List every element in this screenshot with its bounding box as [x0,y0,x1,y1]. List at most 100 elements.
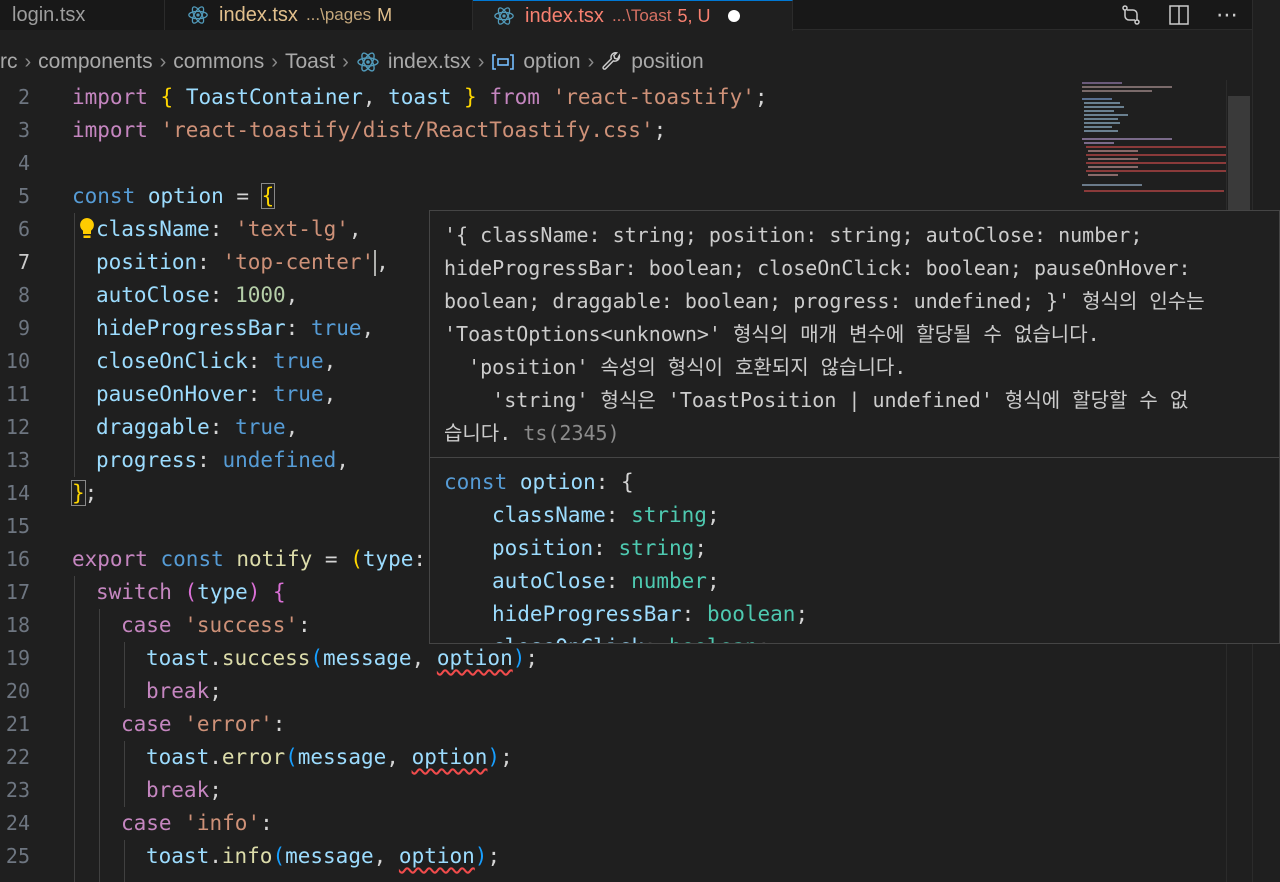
breadcrumb-item[interactable]: commons [173,50,264,74]
line-number: 17 [5,580,30,604]
minimap[interactable] [1078,80,1228,210]
decl-line: closeOnClick: boolean; [492,631,770,643]
editor-actions: ⋯ [1118,0,1240,30]
line-number: 12 [5,415,30,439]
code-line-8: autoClose: 1000, [96,283,299,307]
code-lines: import { ToastContainer, toast } from 'r… [71,80,768,868]
diagnostic-line: hideProgressBar: boolean; closeOnClick: … [444,256,1191,280]
editor-tab-bar: login.tsx index.tsx ...\pages M index.ts… [0,0,1280,31]
line-number: 9 [17,316,30,340]
line-number: 18 [5,613,30,637]
breadcrumb-item: index.tsx [387,50,471,73]
tab-description: ...\Toast [611,6,672,25]
code-line-24: case 'info': [121,811,273,835]
line-number: 21 [5,712,30,736]
breadcrumb-item: position [631,50,704,73]
code-line-12: draggable: true, [96,415,299,439]
code-line-9: hideProgressBar: true, [96,316,375,340]
breadcrumb-file[interactable]: index.tsx [356,50,471,74]
tab-toast-index-tsx[interactable]: index.tsx ...\Toast 5, U [473,0,793,31]
breadcrumb-symbol-option[interactable]: option [491,50,581,74]
tab-label: index.tsx [219,3,298,26]
decl-line: hideProgressBar: boolean; [492,602,809,626]
breadcrumb-item[interactable]: Toast [285,50,335,74]
code-line-20: break; [146,679,222,703]
line-number: 4 [17,151,30,175]
chevron-right-icon: › [271,50,278,73]
line-number: 16 [5,547,30,571]
line-number: 8 [17,283,30,307]
line-number: 3 [17,118,30,142]
code-line-7: position: 'top-center', [96,250,389,276]
symbol-variable-icon [492,54,515,70]
line-number: 11 [5,382,30,406]
tab-description: ...\pages [305,5,372,24]
tab-git-badge: M [377,4,393,25]
code-line-10: closeOnClick: true, [96,349,337,373]
declaration-preview: const option: { className: string; posit… [444,466,808,643]
breadcrumb: rc › components › commons › Toast › inde… [0,44,704,80]
breadcrumb-symbol-position[interactable]: position [601,50,704,74]
breadcrumb-item[interactable]: components [38,50,152,74]
chevron-right-icon: › [342,50,349,73]
breadcrumb-item: option [523,50,581,73]
tab-label: index.tsx [525,4,604,27]
diagnostic-line: 'ToastOptions<unknown>' 형식의 매개 변수에 할당될 수… [444,322,1100,346]
line-number: 6 [17,217,30,241]
error-code-link[interactable]: ts(2345) [523,421,619,445]
line-number: 20 [5,679,30,703]
decl-line: const option: { [444,470,634,494]
compare-changes-icon[interactable] [1118,2,1144,28]
indent-guide [124,741,125,807]
diagnostic-line: 'string' 형식은 'ToastPosition | undefined'… [444,388,1189,412]
code-line-2: import { ToastContainer, toast } from 'r… [72,85,768,109]
indent-guide [124,840,125,882]
chevron-right-icon: › [24,50,32,73]
tab-problem-badge: 5, U [677,5,711,26]
react-icon [494,7,514,25]
chevron-right-icon: › [477,50,485,73]
line-number: 10 [5,349,30,373]
split-editor-icon[interactable] [1166,2,1192,28]
code-line-19: toast.success(message, option); [146,646,539,670]
code-line-5: const option = { [72,183,276,209]
decl-line: position: string; [492,536,707,560]
line-number: 24 [5,811,30,835]
line-number: 2 [17,85,30,109]
code-line-21: case 'error': [121,712,286,736]
line-number: 23 [5,778,30,802]
more-actions-icon[interactable]: ⋯ [1214,2,1240,28]
vertical-scrollbar[interactable] [1228,96,1250,210]
code-line-14: }; [71,480,98,506]
line-number: 22 [5,745,30,769]
tab-login-tsx[interactable]: login.tsx [0,0,165,30]
tab-pages-index-tsx[interactable]: index.tsx ...\pages M [165,0,473,30]
hover-tooltip: '{ className: string; position: string; … [429,210,1280,644]
code-line-25: toast.info(message, option); [146,844,501,868]
decl-line: className: string; [492,503,720,527]
dirty-dot-icon[interactable] [728,10,741,22]
line-number: 19 [5,646,30,670]
chevron-right-icon: › [587,50,595,73]
diagnostic-line: '{ className: string; position: string; … [444,223,1143,247]
tab-label: login.tsx [12,3,86,26]
diagnostic-line: 습니다. [444,421,512,445]
line-number: 15 [5,514,30,538]
diagnostic-line: boolean; draggable: boolean; progress: u… [444,289,1205,313]
code-line-18: case 'success': [121,613,311,637]
chevron-right-icon: › [159,50,167,73]
decl-line: autoClose: number; [492,569,720,593]
react-icon [188,6,208,24]
breadcrumb-item[interactable]: rc [0,50,18,74]
line-number: 13 [5,448,30,472]
hover-divider [430,457,1279,458]
code-line-22: toast.error(message, option); [146,745,513,769]
code-line-6: className: 'text-lg', [96,217,362,241]
diagnostic-message: '{ className: string; position: string; … [430,211,1279,457]
code-line-3: import 'react-toastify/dist/ReactToastif… [72,118,667,142]
code-line-11: pauseOnHover: true, [96,382,337,406]
line-number: 5 [17,184,30,208]
code-line-13: progress: undefined, [96,448,349,472]
code-line-23: break; [146,778,222,802]
line-number: 14 [5,481,30,505]
